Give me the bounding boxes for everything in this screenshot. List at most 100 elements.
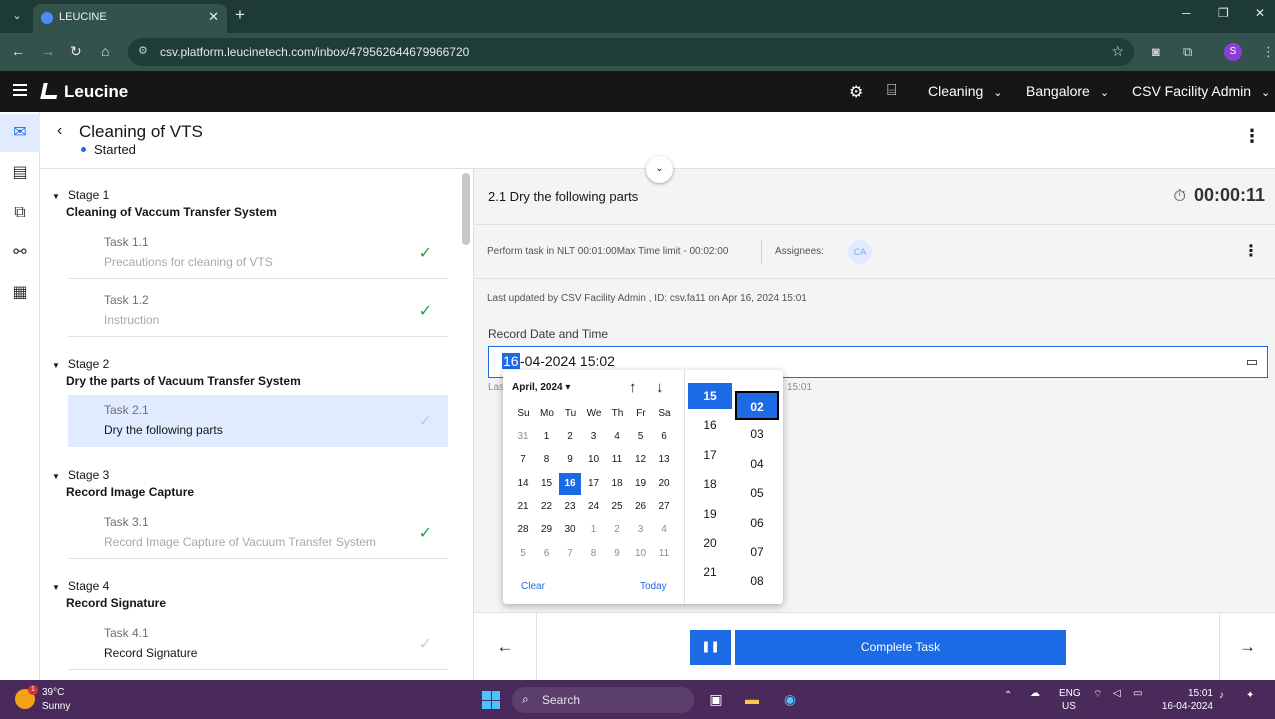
hour-option[interactable]: 20	[688, 530, 732, 556]
collapse-chevron-icon[interactable]: ⌄	[646, 156, 673, 183]
reports-icon[interactable]: ▦	[0, 274, 40, 312]
use-case-dropdown[interactable]: Cleaning ⌄	[928, 83, 1002, 99]
previous-task-arrow-icon[interactable]: ←	[474, 613, 537, 681]
new-tab-icon[interactable]: +	[235, 5, 245, 25]
calendar-day[interactable]: 26	[630, 496, 652, 518]
more-options-icon[interactable]: ⋮	[1243, 126, 1261, 147]
battery-icon[interactable]: ▭	[1133, 688, 1142, 699]
settings-gear-icon[interactable]: ⚙	[849, 82, 863, 102]
calendar-day[interactable]: 14	[512, 473, 534, 495]
calendar-day[interactable]: 6	[653, 426, 675, 448]
minute-option[interactable]: 03	[735, 420, 779, 449]
chrome-icon[interactable]: ◉	[780, 689, 800, 709]
hour-option[interactable]: 17	[688, 442, 732, 468]
address-bar[interactable]: ⚙ csv.platform.leucinetech.com/inbox/479…	[128, 38, 1134, 66]
calendar-day[interactable]: 9	[559, 449, 581, 471]
calendar-day[interactable]: 5	[512, 543, 534, 565]
calendar-day[interactable]: 7	[559, 543, 581, 565]
bookmark-star-icon[interactable]: ☆	[1111, 43, 1124, 60]
task-more-options-icon[interactable]: ⋮	[1243, 241, 1259, 261]
caret-down-icon[interactable]: ▼	[52, 472, 60, 481]
hour-option[interactable]: 19	[688, 501, 732, 527]
calendar-day[interactable]: 31	[512, 426, 534, 448]
task-2-1[interactable]: Task 2.1 Dry the following parts ✓	[68, 395, 448, 447]
calendar-day[interactable]: 12	[630, 449, 652, 471]
calendar-day[interactable]: 8	[583, 543, 605, 565]
calendar-day[interactable]: 15	[536, 473, 558, 495]
calendar-day[interactable]: 7	[512, 449, 534, 471]
home-icon[interactable]: ⌂	[101, 43, 109, 59]
arrow-down-icon[interactable]: ↓	[656, 379, 664, 396]
calendar-day[interactable]: 3	[583, 426, 605, 448]
tab-search-icon[interactable]: ⌄	[8, 7, 26, 25]
calendar-day[interactable]: 17	[583, 473, 605, 495]
language-indicator[interactable]: ENG US	[1059, 687, 1081, 713]
file-explorer-icon[interactable]: ▬	[742, 689, 762, 709]
hamburger-menu-icon[interactable]	[13, 84, 27, 96]
caret-down-icon[interactable]: ▼	[52, 361, 60, 370]
clear-button[interactable]: Clear	[521, 581, 545, 592]
stage-1[interactable]: ▼ Stage 1 Cleaning of Vaccum Transfer Sys…	[52, 188, 436, 219]
calendar-day[interactable]: 25	[606, 496, 628, 518]
hour-option[interactable]: 18	[688, 471, 732, 497]
wifi-icon[interactable]: ⌔	[1093, 688, 1102, 701]
close-icon[interactable]: ✕	[208, 9, 219, 25]
taskbar-clock[interactable]: 15:01 16-04-2024	[1159, 687, 1213, 713]
back-chevron-icon[interactable]: ‹	[57, 122, 62, 140]
calendar-day[interactable]: 10	[630, 543, 652, 565]
calendar-day[interactable]: 8	[536, 449, 558, 471]
calendar-day[interactable]: 10	[583, 449, 605, 471]
task-1-2[interactable]: Task 1.2 Instruction ✓	[68, 285, 448, 337]
minute-option[interactable]: 04	[735, 450, 779, 479]
task-4-1[interactable]: Task 4.1 Record Signature ✓	[68, 618, 448, 670]
profile-avatar[interactable]: S	[1224, 43, 1242, 61]
minimize-icon[interactable]: ─	[1182, 6, 1191, 20]
volume-icon[interactable]: ◁	[1113, 688, 1121, 699]
screenshot-extension-icon[interactable]: ◙	[1152, 44, 1160, 59]
task-1-1[interactable]: Task 1.1 Precautions for cleaning of VTS…	[68, 227, 448, 279]
stage-2[interactable]: ▼ Stage 2 Dry the parts of Vacuum Transfe…	[52, 357, 436, 388]
window-close-icon[interactable]: ✕	[1255, 6, 1265, 20]
calendar-day[interactable]: 1	[583, 519, 605, 541]
scrollbar[interactable]	[462, 173, 470, 245]
stage-3[interactable]: ▼ Stage 3 Record Image Capture	[52, 468, 436, 499]
copilot-icon[interactable]: ✦	[1246, 690, 1254, 701]
chevron-up-icon[interactable]: ⌃	[1004, 690, 1012, 701]
checklist-icon[interactable]: ▤	[0, 154, 40, 192]
calendar-day[interactable]: 9	[606, 543, 628, 565]
calendar-icon[interactable]: ▭	[1246, 354, 1258, 370]
arrow-up-icon[interactable]: ↑	[629, 379, 637, 396]
calendar-day[interactable]: 30	[559, 519, 581, 541]
month-year-selector[interactable]: April, 2024 ▾	[512, 382, 570, 393]
minute-option[interactable]: 06	[735, 509, 779, 538]
reload-icon[interactable]: ↻	[70, 43, 82, 60]
inbox-icon[interactable]: ✉	[0, 114, 40, 152]
calendar-day[interactable]: 18	[606, 473, 628, 495]
browser-menu-icon[interactable]: ⋮	[1262, 44, 1275, 60]
facility-dropdown[interactable]: Bangalore ⌄	[1026, 83, 1109, 99]
hour-option[interactable]: 15	[688, 383, 732, 409]
ontology-icon[interactable]: ⚯	[0, 234, 40, 272]
back-arrow-icon[interactable]: ←	[11, 43, 25, 59]
calendar-day[interactable]: 16	[559, 472, 581, 495]
notification-bell-icon[interactable]: ♪	[1219, 690, 1224, 701]
caret-down-icon[interactable]: ▼	[52, 192, 60, 201]
calendar-day[interactable]: 24	[583, 496, 605, 518]
user-dropdown[interactable]: CSV Facility Admin ⌄	[1132, 83, 1270, 99]
next-task-arrow-icon[interactable]: →	[1219, 613, 1275, 681]
datetime-day-segment[interactable]: 16	[502, 353, 520, 369]
minute-option[interactable]: 08	[735, 567, 779, 596]
hour-option[interactable]: 16	[688, 412, 732, 438]
calendar-day[interactable]: 13	[653, 449, 675, 471]
calendar-day[interactable]: 1	[536, 426, 558, 448]
calendar-day[interactable]: 5	[630, 426, 652, 448]
calendar-day[interactable]: 21	[512, 496, 534, 518]
onedrive-icon[interactable]: ☁	[1030, 688, 1040, 699]
minute-option[interactable]: 07	[735, 538, 779, 567]
calendar-day[interactable]: 23	[559, 496, 581, 518]
minute-option[interactable]: 02	[735, 391, 779, 420]
minute-option[interactable]: 05	[735, 479, 779, 508]
forward-arrow-icon[interactable]: →	[41, 43, 55, 59]
calendar-day[interactable]: 2	[606, 519, 628, 541]
today-button[interactable]: Today	[640, 581, 667, 592]
